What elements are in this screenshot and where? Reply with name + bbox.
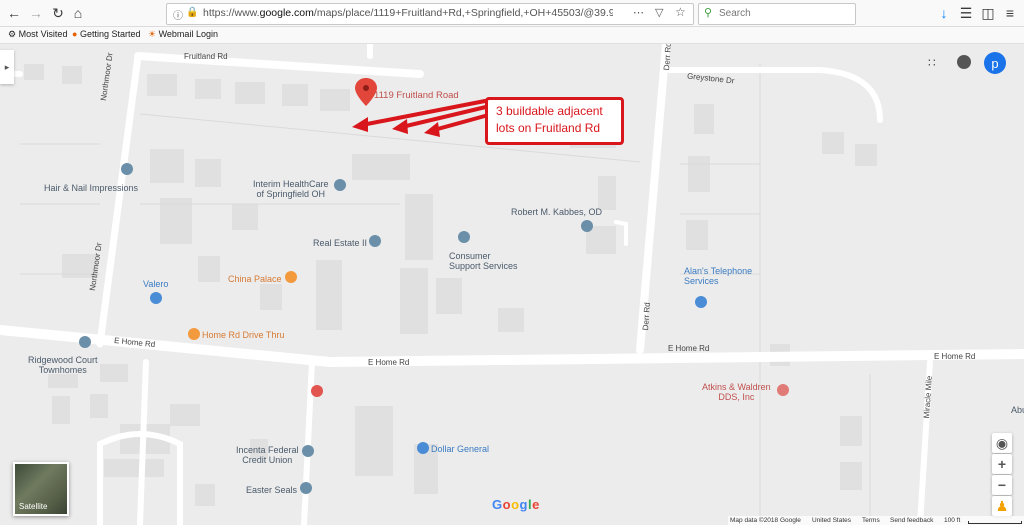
search-placeholder: Search [719,8,751,19]
alans-pin-icon[interactable] [695,296,707,308]
url-bar[interactable]: ⓘ 🔒 https://www.google.com/maps/place/11… [166,3,694,25]
bookmark-star-icon[interactable]: ☆ [675,5,686,19]
homerd-pin-icon[interactable] [188,328,200,340]
google-logo: Google [492,497,540,512]
bookmark-getting-started[interactable]: ● Getting Started [72,29,141,39]
crosshair-icon: ◉ [995,434,1009,451]
poi-interim[interactable]: Interim HealthCare of Springfield OH [253,179,329,199]
search-icon: ⚲ [704,7,713,19]
pocket-icon[interactable]: ▽ [655,6,663,19]
poi-valero[interactable]: Valero [143,279,168,289]
realestate-pin-icon[interactable] [369,235,381,247]
more-icon[interactable]: ⋯ [633,6,644,19]
zoom-out-button[interactable]: − [992,475,1012,495]
apps-grid-icon[interactable]: ∷ [928,56,942,70]
webmail-icon: ☀ [148,29,157,39]
annotation-callout: 3 buildable adjacent lots on Fruitland Rd [485,97,624,145]
street-label-ehome-mid: E Home Rd [368,358,410,367]
satellite-toggle[interactable]: Satellite [13,462,69,516]
send-feedback-link[interactable]: Send feedback [890,517,933,524]
account-avatar[interactable]: p [984,52,1006,74]
plus-icon: + [997,456,1007,472]
easter-pin-icon[interactable] [300,482,312,494]
street-label-ehome-right1: E Home Rd [668,344,710,353]
notifications-icon[interactable] [957,55,971,69]
zoom-in-button[interactable]: + [992,454,1012,474]
poi-real-estate[interactable]: Real Estate II [313,238,367,248]
library-icon[interactable]: ☰ [956,3,976,23]
download-icon[interactable]: ↓ [934,3,954,23]
interim-pin-icon[interactable] [334,179,346,191]
poi-kabbes[interactable]: Robert M. Kabbes, OD [511,207,602,217]
poi-consumer[interactable]: Consumer Support Services [449,251,518,271]
expand-panel-button[interactable]: ▸ [0,50,14,84]
poi-china-palace[interactable]: China Palace [228,274,282,284]
url-text[interactable]: https://www.google.com/maps/place/1119+F… [203,7,613,19]
consumer-pin-icon[interactable] [458,231,470,243]
bookmarks-bar: ⚙ Most Visited ● Getting Started ☀ Webma… [0,27,1024,44]
dollar-pin-icon[interactable] [417,442,429,454]
map-canvas[interactable]: Fruitland Rd Greystone Dr Northmoor Dr N… [0,44,1024,525]
terms-link[interactable]: Terms [862,517,880,524]
valero-pin-icon[interactable] [150,292,162,304]
poi-incenta[interactable]: Incenta Federal Credit Union [236,445,299,465]
reload-icon[interactable]: ↻ [48,3,68,23]
map-footer: Map data ©2018 Google United States Term… [728,516,1024,525]
search-input[interactable]: ⚲ Search [698,3,856,25]
china-pin-icon[interactable] [285,271,297,283]
country-label[interactable]: United States [812,517,851,524]
my-location-button[interactable]: ◉ [992,433,1012,453]
street-view-pegman[interactable]: ♟ [992,496,1012,516]
incenta-pin-icon[interactable] [302,445,314,457]
gear-icon: ⚙ [8,29,17,39]
poi-home-rd-drive-thru[interactable]: Home Rd Drive Thru [202,330,284,340]
hair-pin-icon[interactable] [121,163,133,175]
firefox-icon: ● [72,29,78,39]
satellite-label: Satellite [19,502,48,511]
menu-icon[interactable]: ≡ [1000,3,1020,23]
street-label-fruitland: Fruitland Rd [184,52,228,61]
poi-alans[interactable]: Alan's Telephone Services [684,266,752,286]
map-data-credit: Map data ©2018 Google [730,517,801,524]
poi-easter-seals[interactable]: Easter Seals [246,485,297,495]
back-icon[interactable]: ← [4,3,24,23]
sidebar-icon[interactable]: ◫ [978,3,998,23]
bookmark-webmail[interactable]: ☀ Webmail Login [148,29,218,40]
hospital-pin-icon[interactable] [311,385,323,397]
scale-label[interactable]: 100 ft [944,517,960,524]
street-label-ehome-right2: E Home Rd [934,352,976,361]
poi-ridgewood[interactable]: Ridgewood Court Townhomes [28,355,98,375]
forward-icon[interactable]: → [26,3,46,23]
poi-dollar-general[interactable]: Dollar General [431,444,489,454]
pegman-icon: ♟ [995,497,1009,514]
poi-abu[interactable]: Abu [1011,405,1024,415]
chevron-right-icon: ▸ [4,61,10,72]
poi-atkins[interactable]: Atkins & Waldren DDS, Inc [702,382,771,402]
bookmark-most-visited[interactable]: ⚙ Most Visited [8,29,67,40]
atkins-pin-icon[interactable] [777,384,789,396]
annotation-arrows [352,98,493,137]
lock-icon: 🔒 [186,7,199,18]
kabbes-pin-icon[interactable] [581,220,593,232]
selected-place-label[interactable]: 1119 Fruitland Road [374,91,459,101]
ridgewood-pin-icon[interactable] [79,336,91,348]
browser-toolbar: ← → ↻ ⌂ ⓘ 🔒 https://www.google.com/maps/… [0,0,1024,27]
poi-hair-nail[interactable]: Hair & Nail Impressions [44,183,138,193]
home-icon[interactable]: ⌂ [68,3,88,23]
info-icon[interactable]: ⓘ [173,7,183,22]
minus-icon: − [997,477,1007,493]
scale-bar [968,521,1022,524]
